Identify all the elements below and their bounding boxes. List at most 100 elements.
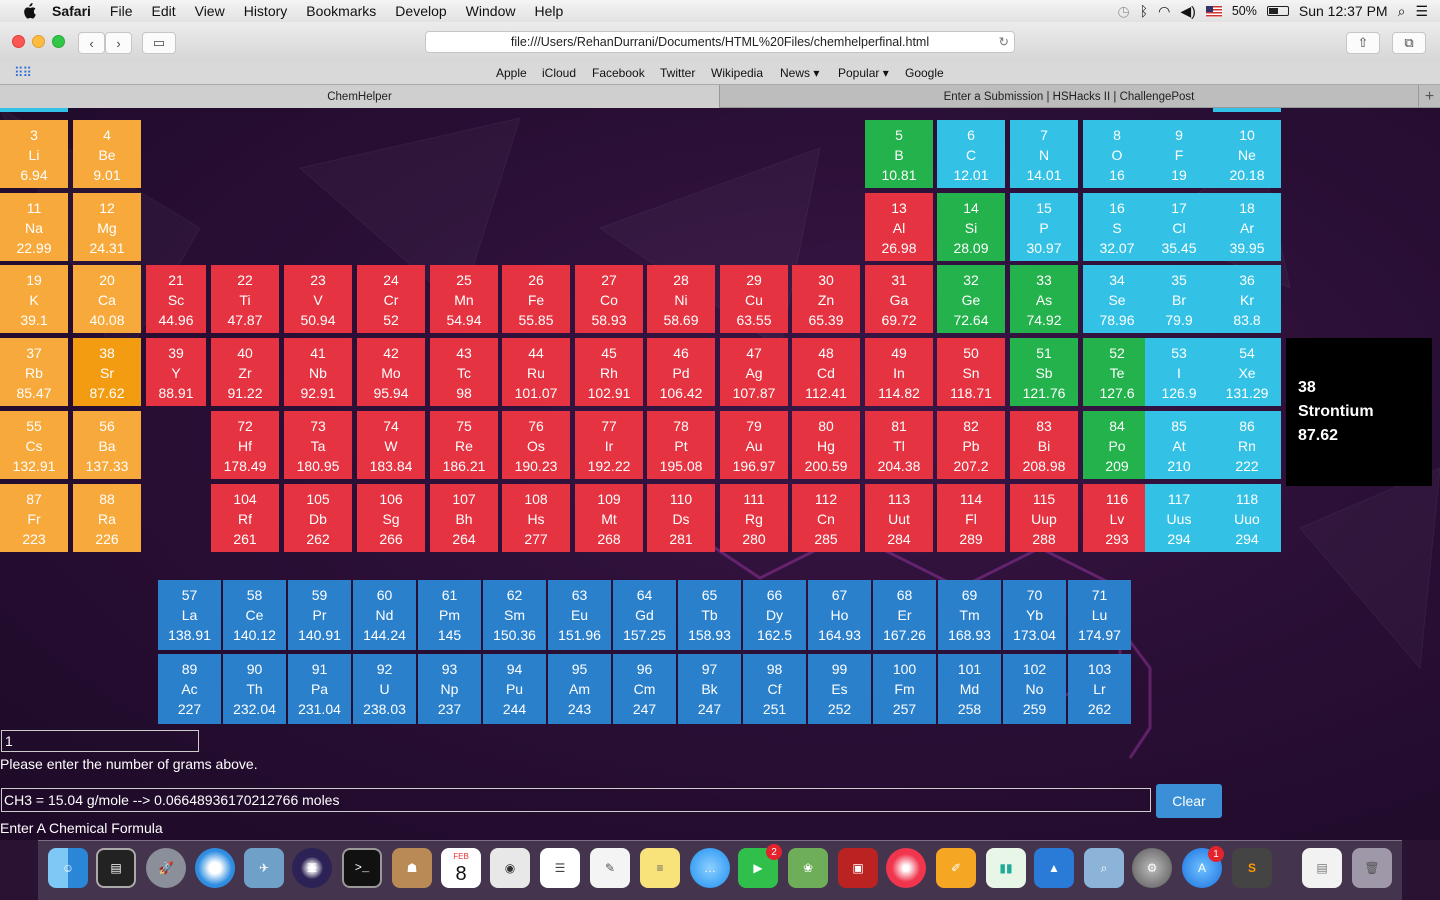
reload-icon[interactable]: ↻ — [999, 34, 1009, 49]
menu-help[interactable]: Help — [534, 3, 563, 19]
element-br[interactable]: 35 Br 79.9 — [1145, 265, 1213, 333]
element-u[interactable]: 92 U 238.03 — [353, 654, 416, 724]
messages-icon[interactable]: … — [690, 848, 730, 888]
battery-icon[interactable] — [1266, 6, 1289, 16]
element-sn[interactable]: 50 Sn 118.71 — [937, 338, 1005, 406]
element-rh[interactable]: 45 Rh 102.91 — [575, 338, 643, 406]
element-ga[interactable]: 31 Ga 69.72 — [865, 265, 933, 333]
bluetooth-icon[interactable]: ᛒ — [1140, 3, 1148, 19]
chemical-formula-input[interactable] — [1, 788, 1151, 812]
clock[interactable]: Sun 12:37 PM — [1299, 3, 1388, 19]
element-cd[interactable]: 48 Cd 112.41 — [792, 338, 860, 406]
menu-window[interactable]: Window — [466, 3, 516, 19]
element-db[interactable]: 105 Db 262 — [284, 484, 352, 552]
element-se[interactable]: 34 Se 78.96 — [1083, 265, 1151, 333]
element-n[interactable]: 7 N 14.01 — [1010, 120, 1078, 188]
element-er[interactable]: 68 Er 167.26 — [873, 580, 936, 650]
element-fr[interactable]: 87 Fr 223 — [0, 484, 68, 552]
sidebar-toggle-button[interactable]: ▭ — [142, 32, 176, 54]
element-gd[interactable]: 64 Gd 157.25 — [613, 580, 676, 650]
activity-monitor-icon[interactable]: ▤ — [96, 848, 136, 888]
element-yb[interactable]: 70 Yb 173.04 — [1003, 580, 1066, 650]
address-bar[interactable]: file:///Users/RehanDurrani/Documents/HTM… — [425, 31, 1015, 53]
calendar-icon[interactable]: FEB 8 — [441, 848, 481, 888]
element-al[interactable]: 13 Al 26.98 — [865, 193, 933, 261]
element-ar[interactable]: 18 Ar 39.95 — [1213, 193, 1281, 261]
preview-icon[interactable]: ⌕ — [1084, 848, 1124, 888]
menu-history[interactable]: History — [244, 3, 288, 19]
contacts-icon[interactable]: ☗ — [392, 848, 432, 888]
tab-chemhelper[interactable]: ChemHelper — [0, 85, 720, 108]
element-sg[interactable]: 106 Sg 266 — [357, 484, 425, 552]
element-as[interactable]: 33 As 74.92 — [1010, 265, 1078, 333]
element-cs[interactable]: 55 Cs 132.91 — [0, 411, 68, 479]
element-fe[interactable]: 26 Fe 55.85 — [502, 265, 570, 333]
element-rf[interactable]: 104 Rf 261 — [211, 484, 279, 552]
spotlight-icon[interactable]: ⌕ — [1398, 3, 1406, 20]
terminal-icon[interactable]: >_ — [342, 848, 382, 888]
element-am[interactable]: 95 Am 243 — [548, 654, 611, 724]
element-uuo[interactable]: 118 Uuo 294 — [1213, 484, 1281, 552]
favorite-news[interactable]: News ▾ — [780, 66, 819, 80]
element-hf[interactable]: 72 Hf 178.49 — [211, 411, 279, 479]
favorite-icloud[interactable]: iCloud — [542, 66, 576, 80]
tab-challengepost[interactable]: Enter a Submission | HSHacks II | Challe… — [721, 85, 1417, 108]
element-ac[interactable]: 89 Ac 227 — [158, 654, 221, 724]
element-cu[interactable]: 29 Cu 63.55 — [720, 265, 788, 333]
element-tb[interactable]: 65 Tb 158.93 — [678, 580, 741, 650]
element-pd[interactable]: 46 Pd 106.42 — [647, 338, 715, 406]
element-te[interactable]: 52 Te 127.6 — [1083, 338, 1151, 406]
element-ti[interactable]: 22 Ti 47.87 — [211, 265, 279, 333]
element-mo[interactable]: 42 Mo 95.94 — [357, 338, 425, 406]
element-na[interactable]: 11 Na 22.99 — [0, 193, 68, 261]
favorite-wikipedia[interactable]: Wikipedia — [711, 66, 763, 80]
element-cr[interactable]: 24 Cr 52 — [357, 265, 425, 333]
element-th[interactable]: 90 Th 232.04 — [223, 654, 286, 724]
menu-bookmarks[interactable]: Bookmarks — [306, 3, 376, 19]
sublime-text-icon[interactable]: S — [1232, 848, 1272, 888]
photo-booth-icon[interactable]: ◉ — [490, 848, 530, 888]
element-uus[interactable]: 117 Uus 294 — [1145, 484, 1213, 552]
favorite-facebook[interactable]: Facebook — [592, 66, 645, 80]
element-bk[interactable]: 97 Bk 247 — [678, 654, 741, 724]
element-co[interactable]: 27 Co 58.93 — [575, 265, 643, 333]
element-ds[interactable]: 110 Ds 281 — [647, 484, 715, 552]
element-be[interactable]: 4 Be 9.01 — [73, 120, 141, 188]
wifi-icon[interactable]: ◠ — [1158, 3, 1170, 20]
flag-icon[interactable] — [1205, 5, 1222, 17]
element-ho[interactable]: 67 Ho 164.93 — [808, 580, 871, 650]
element-pr[interactable]: 59 Pr 140.91 — [288, 580, 351, 650]
element-f[interactable]: 9 F 19 — [1145, 120, 1213, 188]
element-lv[interactable]: 116 Lv 293 — [1083, 484, 1151, 552]
element-cm[interactable]: 96 Cm 247 — [613, 654, 676, 724]
element-tm[interactable]: 69 Tm 168.93 — [938, 580, 1001, 650]
share-button[interactable]: ⇧ — [1346, 32, 1380, 54]
element-w[interactable]: 74 W 183.84 — [357, 411, 425, 479]
clear-button[interactable]: Clear — [1156, 784, 1222, 818]
notes-icon[interactable]: ≡ — [640, 848, 680, 888]
element-la[interactable]: 57 La 138.91 — [158, 580, 221, 650]
element-ce[interactable]: 58 Ce 140.12 — [223, 580, 286, 650]
menu-view[interactable]: View — [195, 3, 225, 19]
element-xe[interactable]: 54 Xe 131.29 — [1213, 338, 1281, 406]
favorite-twitter[interactable]: Twitter — [660, 66, 695, 80]
element-rb[interactable]: 37 Rb 85.47 — [0, 338, 68, 406]
element-au[interactable]: 79 Au 196.97 — [720, 411, 788, 479]
launchpad-icon[interactable]: 🚀 — [146, 848, 186, 888]
element-ra[interactable]: 88 Ra 226 — [73, 484, 141, 552]
element-o[interactable]: 8 O 16 — [1083, 120, 1151, 188]
finder-icon[interactable]: ☺ — [48, 848, 88, 888]
element-md[interactable]: 101 Md 258 — [938, 654, 1001, 724]
menu-safari[interactable]: Safari — [52, 3, 91, 19]
iphoto-icon[interactable]: ❀ — [788, 848, 828, 888]
element-cn[interactable]: 112 Cn 285 — [792, 484, 860, 552]
element-mg[interactable]: 12 Mg 24.31 — [73, 193, 141, 261]
element-sm[interactable]: 62 Sm 150.36 — [483, 580, 546, 650]
favorite-popular[interactable]: Popular ▾ — [838, 66, 889, 80]
zoom-window-button[interactable] — [52, 35, 65, 48]
favorite-apple[interactable]: Apple — [496, 66, 527, 80]
favorite-google[interactable]: Google — [905, 66, 944, 80]
element-rn[interactable]: 86 Rn 222 — [1213, 411, 1281, 479]
trash-icon[interactable]: 🗑 — [1352, 848, 1392, 888]
helium-element-cutoff[interactable] — [1213, 108, 1281, 112]
